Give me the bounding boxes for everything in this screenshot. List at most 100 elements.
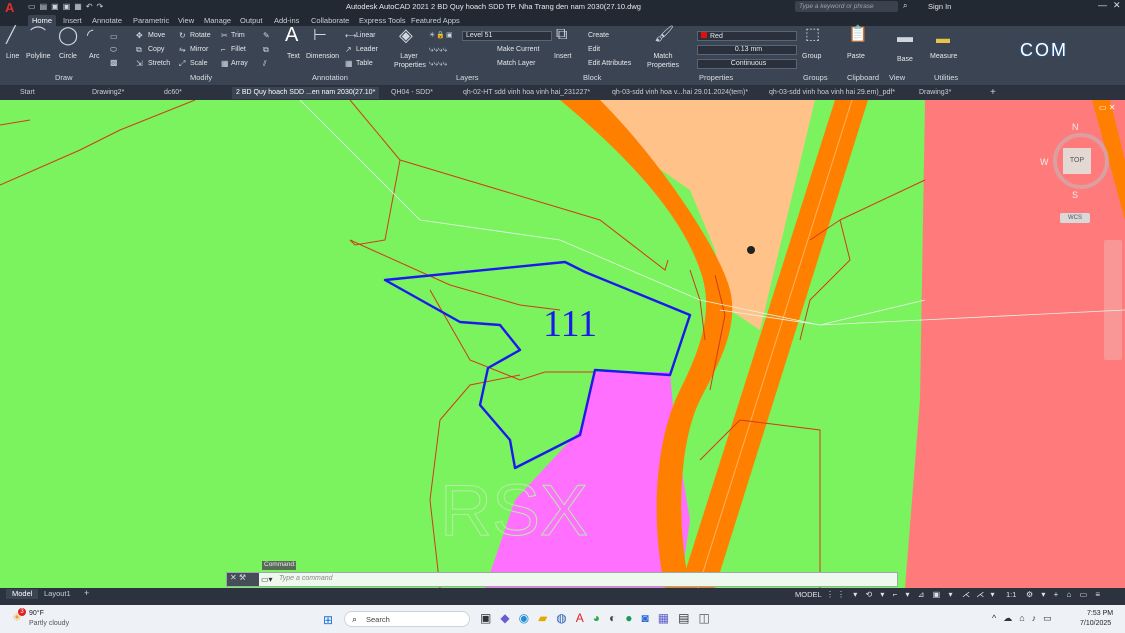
clock-time[interactable]: 7:53 PM <box>1087 610 1113 617</box>
create-block-button[interactable]: Create <box>588 31 609 40</box>
layer-properties-button[interactable]: Layer Properties <box>394 52 426 70</box>
array-button[interactable]: Array <box>231 59 248 68</box>
layout-tab-layout1[interactable]: Layout1 <box>44 589 71 599</box>
zalo-icon[interactable]: ◙ <box>642 611 649 625</box>
undo-icon[interactable]: ↶ <box>86 2 93 12</box>
app3-icon[interactable]: ● <box>625 611 632 625</box>
viewport-controls-icon[interactable]: ▭ ✕ <box>1099 103 1115 112</box>
doc-tab-qh02[interactable]: qh-02-HT sdd vinh hoa vinh hai_231227* <box>459 87 594 99</box>
modify-panel-title[interactable]: Modify <box>190 73 212 82</box>
match-properties-button[interactable]: Match Properties <box>647 52 679 70</box>
paste-button[interactable]: Paste <box>847 52 865 61</box>
ellipse-icon[interactable]: ⬭ <box>110 45 117 55</box>
tab-manage[interactable]: Manage <box>200 15 235 26</box>
wcs-menu[interactable]: WCS <box>1060 213 1090 223</box>
text-button[interactable]: Text <box>287 52 300 61</box>
clipboard-panel-title[interactable]: Clipboard <box>847 73 879 82</box>
lineweight-dropdown[interactable]: 0.13 mm <box>697 45 797 55</box>
tab-collaborate[interactable]: Collaborate <box>307 15 353 26</box>
sign-in-button[interactable]: Sign In <box>928 2 951 11</box>
offset-icon[interactable]: ⫽ <box>263 59 267 69</box>
redo-icon[interactable]: ↷ <box>97 2 104 12</box>
move-button[interactable]: Move <box>148 31 165 40</box>
add-layout-icon[interactable]: + <box>84 588 89 598</box>
tab-home[interactable]: Home <box>28 15 57 26</box>
match-layer-button[interactable]: Match Layer <box>497 59 536 68</box>
make-current-button[interactable]: Make Current <box>497 45 539 54</box>
compass-south[interactable]: S <box>1072 190 1078 200</box>
arc-tool-icon[interactable]: ◜ <box>87 28 93 44</box>
drawing-canvas[interactable]: RSX 111 N W S TOP WCS ▭ ✕ <box>0 100 1125 588</box>
saveas-icon[interactable]: ▣ <box>63 2 71 12</box>
tab-featured-apps[interactable]: Featured Apps <box>407 15 464 26</box>
command-line[interactable]: ✕ ⚒ ▭▾ Type a command <box>226 572 898 587</box>
copilot-icon[interactable]: ◆ <box>500 611 509 625</box>
annotation-panel-title[interactable]: Annotation <box>312 73 348 82</box>
layer-state-icons[interactable]: ☀🔒▣ <box>429 31 454 41</box>
minimize-icon[interactable]: — <box>1098 0 1107 10</box>
base-button[interactable]: Base <box>897 55 913 64</box>
task-view-icon[interactable]: ▣ <box>480 611 491 625</box>
tab-view[interactable]: View <box>174 15 198 26</box>
color-dropdown[interactable]: Red <box>697 31 797 41</box>
base-view-icon[interactable]: ▬ <box>897 30 913 46</box>
search-icon[interactable]: ⌕ <box>903 1 907 11</box>
viewcube[interactable]: N W S TOP <box>1040 122 1116 212</box>
doc-tab-qh03-tem[interactable]: qh-03-sdd vinh hoa v...hai 29.01.2024(te… <box>608 87 752 99</box>
plot-icon[interactable]: ▦ <box>74 2 82 12</box>
system-tray-icons[interactable]: ^☁⌂♪▭ <box>992 613 1059 624</box>
navigation-bar[interactable] <box>1104 240 1122 360</box>
annotation-scale[interactable]: 1:1 <box>1006 590 1016 599</box>
text-tool-icon[interactable]: A <box>285 25 298 45</box>
windows-start-icon[interactable]: ⊞ <box>323 613 333 627</box>
layer-tools-row1-icon[interactable]: ⤷⤷⤷⤷ <box>429 45 447 55</box>
close-window-icon[interactable]: ✕ <box>1113 0 1121 11</box>
draw-panel-title[interactable]: Draw <box>55 73 73 82</box>
drafting-toggles-icon[interactable]: ⋮⋮ ▾ ⟲ ▾ ⌐ ▾ ⊿ ▣ ▾ <box>826 590 955 599</box>
table-button[interactable]: Table <box>356 59 373 68</box>
app5-icon[interactable]: ◫ <box>698 611 709 625</box>
teams-icon[interactable]: ▦ <box>658 611 669 625</box>
insert-button[interactable]: Insert <box>554 52 572 61</box>
file-explorer-icon[interactable]: ▰ <box>538 611 547 625</box>
rectangle-icon[interactable]: ▭ <box>110 32 118 42</box>
search-input[interactable]: Type a keyword or phrase <box>795 1 898 12</box>
circle-tool-icon[interactable]: ◯ <box>58 26 78 44</box>
insert-block-icon[interactable]: ⧉ <box>556 27 567 43</box>
copy-button[interactable]: Copy <box>148 45 164 54</box>
current-layer-dropdown[interactable]: Level 51 <box>462 31 552 41</box>
group-icon[interactable]: ⬚ <box>805 27 820 43</box>
tab-output[interactable]: Output <box>236 15 267 26</box>
group-button[interactable]: Group <box>802 52 821 61</box>
measure-icon[interactable]: ▬ <box>936 31 950 45</box>
rotate-button[interactable]: Rotate <box>190 31 211 40</box>
viewcube-top-face[interactable]: TOP <box>1063 148 1091 174</box>
stretch-button[interactable]: Stretch <box>148 59 170 68</box>
clock-date[interactable]: 7/10/2025 <box>1080 620 1111 627</box>
doc-tab-qh03-pdf[interactable]: qh-03-sdd vinh hoa vinh hai 29.em)_pdf* <box>765 87 899 99</box>
block-panel-title[interactable]: Block <box>583 73 601 82</box>
annotation-tools-icon[interactable]: ⋌ ⋌ ▾ <box>962 590 996 599</box>
tab-parametric[interactable]: Parametric <box>129 15 173 26</box>
command-input[interactable]: Type a command <box>279 575 333 582</box>
hatch-icon[interactable]: ▩ <box>110 58 118 68</box>
app-icon[interactable]: ◍ <box>556 611 566 625</box>
edge-icon[interactable]: ◉ <box>519 611 529 625</box>
arc-button[interactable]: Arc <box>89 52 100 61</box>
layer-tools-row2-icon[interactable]: ⤷⤷⤷⤷ <box>429 59 447 69</box>
autocad-logo-icon[interactable]: A <box>5 0 14 15</box>
autocad-taskbar-icon[interactable]: A <box>576 611 584 625</box>
leader-button[interactable]: Leader <box>356 45 378 54</box>
layers-panel-title[interactable]: Layers <box>456 73 479 82</box>
doc-tab-qh04[interactable]: QH04 - SDD* <box>387 87 437 99</box>
layer-properties-icon[interactable]: ◈ <box>399 26 413 44</box>
status-settings-icons[interactable]: ⚙ ▾ + ⌂ ▭ ≡ <box>1026 590 1103 599</box>
layout-tab-model[interactable]: Model <box>6 589 39 599</box>
line-tool-icon[interactable]: ╱ <box>6 28 16 44</box>
match-properties-icon[interactable]: 🖌 <box>654 27 674 43</box>
linetype-dropdown[interactable]: Continuous <box>697 59 797 69</box>
new-icon[interactable]: ▭ <box>28 2 36 12</box>
measure-button[interactable]: Measure <box>930 52 957 61</box>
utilities-panel-title[interactable]: Utilities <box>934 73 958 82</box>
save-icon[interactable]: ▣ <box>51 2 59 12</box>
